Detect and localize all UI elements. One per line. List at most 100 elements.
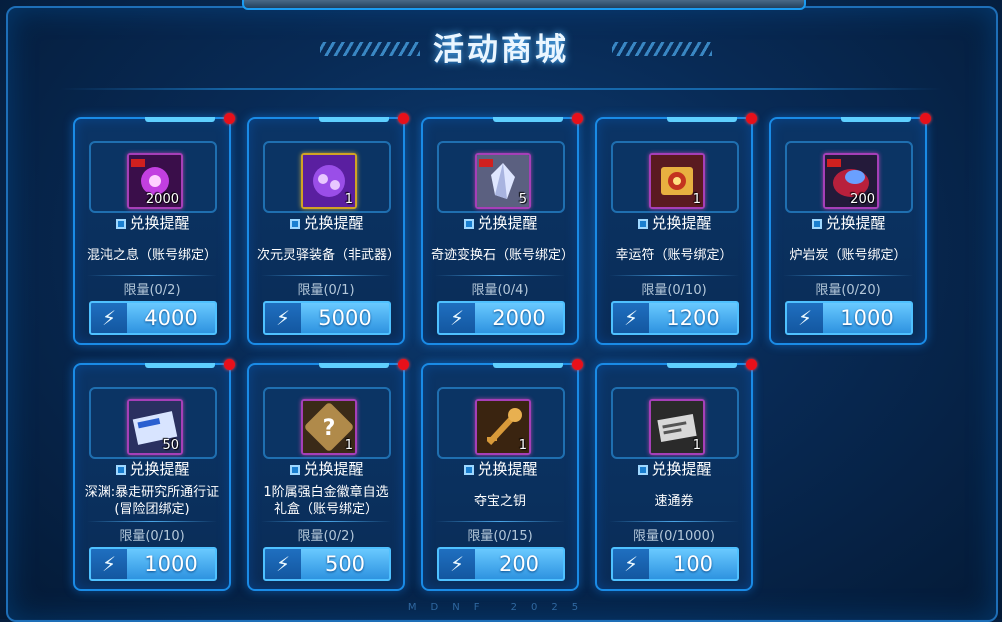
shop-item-card: 1 兑换提醒 速通券 限量(0/1000) ⚡ 100 bbox=[595, 359, 757, 591]
price: 1000 bbox=[144, 552, 198, 576]
divider bbox=[783, 275, 913, 276]
new-badge bbox=[224, 359, 235, 370]
card-tab bbox=[145, 117, 215, 122]
purchase-limit: 限量(0/2) bbox=[297, 529, 355, 544]
new-badge bbox=[224, 113, 235, 124]
new-badge bbox=[920, 113, 931, 124]
item-quantity: 5 bbox=[518, 192, 527, 207]
shop-item-card: 1 兑换提醒 幸运符（账号绑定） 限量(0/10) ⚡ 1200 bbox=[595, 113, 757, 345]
item-slot: ? 1 bbox=[263, 387, 391, 459]
exchange-reminder-toggle[interactable]: 兑换提醒 bbox=[785, 212, 913, 233]
item-name: 夺宝之钥 bbox=[473, 493, 526, 509]
checkbox[interactable] bbox=[812, 219, 823, 229]
furnace-coal-icon[interactable]: 200 bbox=[823, 153, 879, 209]
exchange-reminder-toggle[interactable]: 兑换提醒 bbox=[89, 458, 217, 479]
new-badge bbox=[746, 359, 757, 370]
shop-item-card: 50 兑换提醒 深渊:暴走研究所通行证(冒险团绑定) 限量(0/10) ⚡ 10… bbox=[73, 359, 235, 591]
shop-item-card: 1 兑换提醒 次元灵驿装备（非武器） 限量(0/1) ⚡ 5000 bbox=[247, 113, 409, 345]
card-tab bbox=[667, 117, 737, 122]
reminder-label: 兑换提醒 bbox=[129, 460, 190, 478]
checkbox[interactable] bbox=[116, 465, 127, 475]
item-quantity: 2000 bbox=[145, 192, 179, 207]
card-tab bbox=[319, 363, 389, 368]
checkbox[interactable] bbox=[290, 465, 301, 475]
buy-button[interactable]: ⚡ 2000 bbox=[437, 301, 565, 335]
divider bbox=[87, 275, 217, 276]
speed-ticket-icon[interactable]: 1 bbox=[649, 399, 705, 455]
exchange-reminder-toggle[interactable]: 兑换提醒 bbox=[263, 458, 391, 479]
item-quantity: 1 bbox=[518, 438, 527, 453]
shop-item-card: 1 兑换提醒 夺宝之钥 限量(0/15) ⚡ 200 bbox=[421, 359, 583, 591]
new-badge bbox=[572, 359, 583, 370]
purchase-limit: 限量(0/20) bbox=[815, 283, 881, 298]
exchange-reminder-toggle[interactable]: 兑换提醒 bbox=[611, 212, 739, 233]
checkbox[interactable] bbox=[290, 219, 301, 229]
checkbox[interactable] bbox=[464, 465, 475, 475]
item-slot: 1 bbox=[611, 387, 739, 459]
buy-button[interactable]: ⚡ 500 bbox=[263, 547, 391, 581]
lightning-icon: ⚡ bbox=[265, 303, 301, 333]
exchange-reminder-toggle[interactable]: 兑换提醒 bbox=[437, 458, 565, 479]
buy-button[interactable]: ⚡ 1000 bbox=[89, 547, 217, 581]
new-badge bbox=[398, 359, 409, 370]
buy-button[interactable]: ⚡ 1200 bbox=[611, 301, 739, 335]
purchase-limit: 限量(0/15) bbox=[467, 529, 533, 544]
exchange-reminder-toggle[interactable]: 兑换提醒 bbox=[437, 212, 565, 233]
price: 100 bbox=[672, 552, 714, 576]
item-quantity: 200 bbox=[850, 192, 875, 207]
new-badge bbox=[572, 113, 583, 124]
card-tab bbox=[667, 363, 737, 368]
divider bbox=[87, 521, 217, 522]
price: 5000 bbox=[318, 306, 372, 330]
divider bbox=[261, 275, 391, 276]
item-quantity: 1 bbox=[692, 438, 701, 453]
card-tab bbox=[493, 363, 563, 368]
exchange-reminder-toggle[interactable]: 兑换提醒 bbox=[89, 212, 217, 233]
item-name: 奇迹变换石（账号绑定） bbox=[431, 247, 575, 263]
item-slot: 1 bbox=[437, 387, 565, 459]
buy-button[interactable]: ⚡ 200 bbox=[437, 547, 565, 581]
checkbox[interactable] bbox=[638, 219, 649, 229]
item-name: 炉岩炭（账号绑定） bbox=[789, 247, 907, 263]
buy-button[interactable]: ⚡ 1000 bbox=[785, 301, 913, 335]
lightning-icon: ⚡ bbox=[91, 303, 127, 333]
checkbox[interactable] bbox=[464, 219, 475, 229]
lucky-charm-icon[interactable]: 1 bbox=[649, 153, 705, 209]
item-slot: 50 bbox=[89, 387, 217, 459]
buy-button[interactable]: ⚡ 5000 bbox=[263, 301, 391, 335]
top-bar bbox=[242, 0, 806, 10]
price: 500 bbox=[324, 552, 366, 576]
exchange-reminder-toggle[interactable]: 兑换提醒 bbox=[611, 458, 739, 479]
item-quantity: 1 bbox=[344, 192, 353, 207]
reminder-label: 兑换提醒 bbox=[651, 214, 712, 232]
purchase-limit: 限量(0/1) bbox=[297, 283, 355, 298]
item-quantity: 1 bbox=[692, 192, 701, 207]
buy-button[interactable]: ⚡ 4000 bbox=[89, 301, 217, 335]
checkbox[interactable] bbox=[638, 465, 649, 475]
divider bbox=[261, 521, 391, 522]
mystery-box-icon[interactable]: ? 1 bbox=[301, 399, 357, 455]
reminder-label: 兑换提醒 bbox=[477, 460, 538, 478]
lightning-icon: ⚡ bbox=[439, 303, 475, 333]
reminder-label: 兑换提醒 bbox=[651, 460, 712, 478]
exchange-reminder-toggle[interactable]: 兑换提醒 bbox=[263, 212, 391, 233]
item-quantity: 1 bbox=[344, 438, 353, 453]
new-badge bbox=[746, 113, 757, 124]
dimension-gear-icon[interactable]: 1 bbox=[301, 153, 357, 209]
lightning-icon: ⚡ bbox=[91, 549, 127, 579]
card-tab bbox=[493, 117, 563, 122]
item-slot: 200 bbox=[785, 141, 913, 213]
reminder-label: 兑换提醒 bbox=[477, 214, 538, 232]
purchase-limit: 限量(0/10) bbox=[119, 529, 185, 544]
chaos-breath-icon[interactable]: 2000 bbox=[127, 153, 183, 209]
buy-button[interactable]: ⚡ 100 bbox=[611, 547, 739, 581]
price: 4000 bbox=[144, 306, 198, 330]
pass-ticket-icon[interactable]: 50 bbox=[127, 399, 183, 455]
crystal-icon[interactable]: 5 bbox=[475, 153, 531, 209]
checkbox[interactable] bbox=[116, 219, 127, 229]
item-name: 混沌之息（账号绑定） bbox=[86, 247, 217, 263]
purchase-limit: 限量(0/2) bbox=[123, 283, 181, 298]
treasure-key-icon[interactable]: 1 bbox=[475, 399, 531, 455]
lightning-icon: ⚡ bbox=[613, 303, 649, 333]
item-quantity: 50 bbox=[162, 438, 179, 453]
